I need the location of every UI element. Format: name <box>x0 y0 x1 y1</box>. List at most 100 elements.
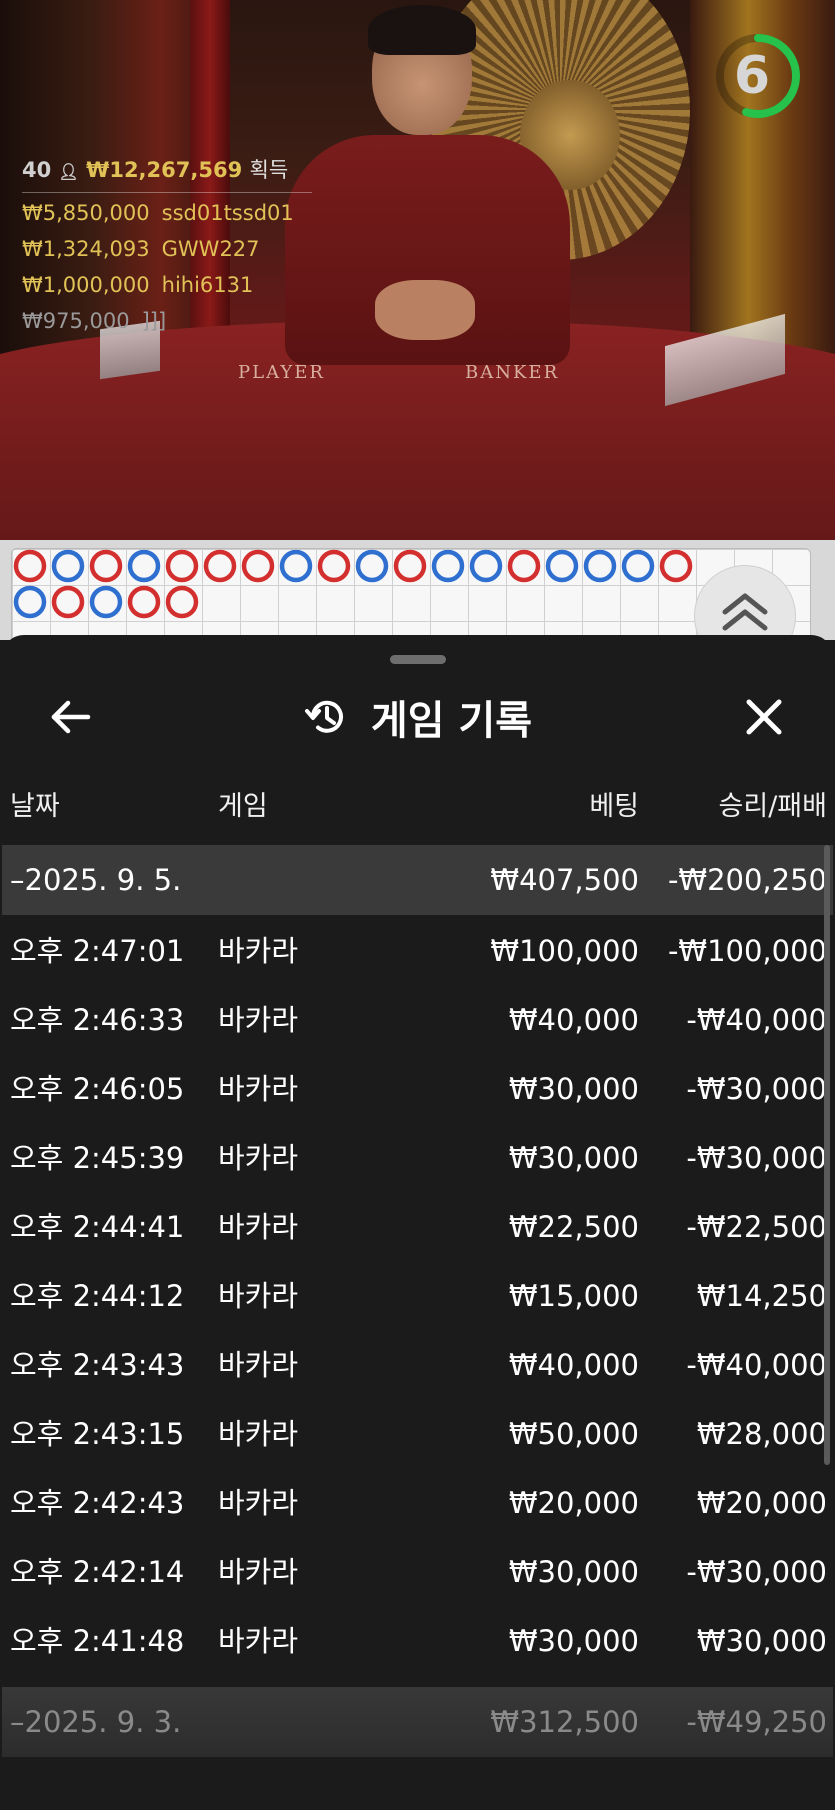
row-bet: ₩40,000 <box>508 1003 639 1037</box>
bead-player <box>469 549 503 583</box>
row-bet: ₩15,000 <box>508 1279 639 1313</box>
bead-road <box>13 549 693 619</box>
table-row[interactable]: 오후 2:46:05 바카라 ₩30,000 -₩30,000 <box>2 1055 833 1124</box>
bead-player <box>621 549 655 583</box>
bead-banker <box>165 585 199 619</box>
table-header: 날짜 게임 베팅 승리/패배 <box>2 777 833 837</box>
row-game: 바카라 <box>218 1348 299 1382</box>
winner-entry: ₩1,000,000 hihi6131 <box>22 267 312 303</box>
bead-banker <box>203 549 237 583</box>
row-bet: ₩30,000 <box>508 1555 639 1589</box>
bead-banker <box>393 549 427 583</box>
winner-name: ]]] <box>141 309 167 333</box>
table-label-banker: BANKER <box>465 362 560 383</box>
table-row[interactable]: 오후 2:43:43 바카라 ₩40,000 -₩40,000 <box>2 1331 833 1400</box>
winner-entry: ₩5,850,000 ssd01tssd01 <box>22 195 312 231</box>
divider <box>22 192 312 193</box>
scrollbar[interactable] <box>824 845 830 1465</box>
row-time: 오후 2:42:43 <box>10 1486 185 1520</box>
winner-amount: ₩1,000,000 <box>22 273 150 297</box>
table-row[interactable]: 오후 2:45:39 바카라 ₩30,000 -₩30,000 <box>2 1124 833 1193</box>
table-row[interactable]: 오후 2:43:15 바카라 ₩50,000 ₩28,000 <box>2 1400 833 1469</box>
winner-entry: ₩1,324,093 GWW227 <box>22 231 312 267</box>
bead-player <box>355 549 389 583</box>
dealer-hair <box>368 5 476 55</box>
column-header-game: 게임 <box>218 791 268 822</box>
close-icon <box>746 699 782 735</box>
winner-entry: ₩975,000]]] <box>22 303 312 339</box>
winners-list: 40 👤︎ ₩12,267,569 획득 ₩5,850,000 ssd01tssd… <box>22 152 312 339</box>
live-video-stream: PLAYER BANKER 40 👤︎ ₩12,267,569 획득 ₩5,85… <box>0 0 835 540</box>
winners-label: 획득 <box>249 158 289 182</box>
panel-header: 게임 기록 <box>2 685 833 749</box>
person-icon: 👤︎ <box>58 162 79 181</box>
row-game: 바카라 <box>218 1141 299 1175</box>
row-result: ₩20,000 <box>696 1486 827 1520</box>
table-row[interactable]: 오후 2:47:01 바카라 ₩100,000 -₩100,000 <box>2 917 833 986</box>
row-result: ₩14,250 <box>696 1279 827 1313</box>
winner-amount: ₩1,324,093 <box>22 237 150 261</box>
row-result: -₩40,000 <box>686 1348 827 1382</box>
day-summary-row[interactable]: –2025. 9. 3. ₩312,500 -₩49,250 <box>2 1687 833 1757</box>
bead-player <box>13 585 47 619</box>
bead-player <box>51 549 85 583</box>
bead-banker <box>127 585 161 619</box>
day-date: –2025. 9. 3. <box>10 1705 182 1739</box>
winner-name: ssd01tssd01 <box>161 201 294 225</box>
history-list: 오후 2:47:01 바카라 ₩100,000 -₩100,000 오후 2:46:3… <box>2 917 833 1676</box>
row-game: 바카라 <box>218 1072 299 1106</box>
row-game: 바카라 <box>218 1003 299 1037</box>
winners-count: 40 <box>22 158 52 182</box>
table-row[interactable]: 오후 2:44:41 바카라 ₩22,500 -₩22,500 <box>2 1193 833 1262</box>
winner-name: GWW227 <box>161 237 260 261</box>
row-bet: ₩100,000 <box>490 934 639 968</box>
table-row[interactable]: 오후 2:42:14 바카라 ₩30,000 -₩30,000 <box>2 1538 833 1607</box>
page-title: 게임 기록 <box>370 698 533 744</box>
row-game: 바카라 <box>218 1624 299 1658</box>
dealer-hands <box>375 280 475 340</box>
row-game: 바카라 <box>218 1279 299 1313</box>
bead-player <box>89 585 123 619</box>
bead-banker <box>51 585 85 619</box>
column-header-date: 날짜 <box>10 791 60 822</box>
row-time: 오후 2:44:12 <box>10 1279 185 1313</box>
row-time: 오후 2:46:05 <box>10 1072 185 1106</box>
table-row[interactable]: 오후 2:46:33 바카라 ₩40,000 -₩40,000 <box>2 986 833 1055</box>
table-row[interactable]: 오후 2:42:43 바카라 ₩20,000 ₩20,000 <box>2 1469 833 1538</box>
day-bet-total: ₩407,500 <box>490 863 639 897</box>
bead-banker <box>241 549 275 583</box>
drag-handle[interactable] <box>390 655 446 664</box>
table-row[interactable]: 오후 2:44:12 바카라 ₩15,000 ₩14,250 <box>2 1262 833 1331</box>
day-bet-total: ₩312,500 <box>490 1705 639 1739</box>
bead-player <box>431 549 465 583</box>
row-bet: ₩30,000 <box>508 1141 639 1175</box>
bead-banker <box>317 549 351 583</box>
row-time: 오후 2:46:33 <box>10 1003 185 1037</box>
countdown-value: 6 <box>733 46 771 106</box>
table-row[interactable]: 오후 2:41:48 바카라 ₩30,000 ₩30,000 <box>2 1607 833 1676</box>
row-time: 오후 2:44:41 <box>10 1210 185 1244</box>
row-result: ₩30,000 <box>696 1624 827 1658</box>
table-label-player: PLAYER <box>238 362 325 383</box>
row-result: -₩30,000 <box>686 1072 827 1106</box>
winner-name: hihi6131 <box>161 273 254 297</box>
game-history-panel: 게임 기록 날짜 게임 베팅 승리/패배 –2025. 9. 5. ₩407,5… <box>2 635 833 1810</box>
winner-amount: ₩975,000 <box>22 309 130 333</box>
row-result: -₩40,000 <box>686 1003 827 1037</box>
day-result-total: -₩49,250 <box>686 1705 827 1739</box>
column-header-bet: 베팅 <box>589 791 639 822</box>
bead-banker <box>507 549 541 583</box>
row-game: 바카라 <box>218 1210 299 1244</box>
history-icon <box>304 700 343 733</box>
row-result: -₩30,000 <box>686 1555 827 1589</box>
row-game: 바카라 <box>218 934 299 968</box>
row-bet: ₩30,000 <box>508 1072 639 1106</box>
row-time: 오후 2:43:43 <box>10 1348 185 1382</box>
bead-player <box>545 549 579 583</box>
row-bet: ₩20,000 <box>508 1486 639 1520</box>
row-time: 오후 2:41:48 <box>10 1624 185 1658</box>
day-summary-row[interactable]: –2025. 9. 5. ₩407,500 -₩200,250 <box>2 845 833 915</box>
day-result-total: -₩200,250 <box>667 863 827 897</box>
close-button[interactable] <box>732 685 796 749</box>
bead-player <box>127 549 161 583</box>
